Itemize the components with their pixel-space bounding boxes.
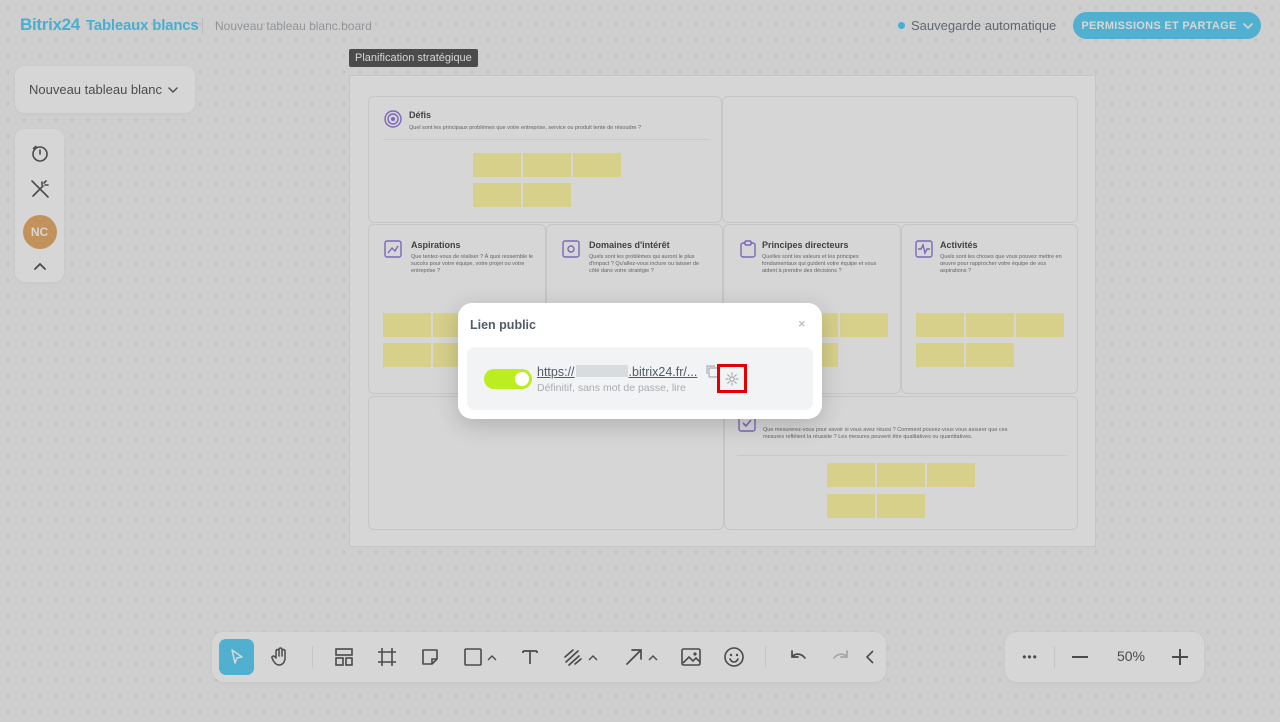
url-prefix: https:// bbox=[537, 365, 575, 379]
public-link-dialog: Lien public × https:// .bitrix24.fr/... D… bbox=[458, 303, 822, 419]
close-icon[interactable]: × bbox=[798, 316, 806, 331]
url-redacted bbox=[575, 365, 628, 377]
public-link-row: https:// .bitrix24.fr/... Définitif, sans… bbox=[467, 347, 813, 410]
dialog-title: Lien public bbox=[470, 318, 536, 332]
link-settings-button[interactable] bbox=[717, 364, 747, 393]
public-link-toggle[interactable] bbox=[484, 369, 532, 389]
public-link-url[interactable]: https:// .bitrix24.fr/... bbox=[537, 365, 697, 379]
gear-icon bbox=[725, 371, 739, 386]
public-link-settings-summary: Définitif, sans mot de passe, lire bbox=[537, 382, 686, 394]
toggle-knob bbox=[515, 372, 529, 386]
url-suffix: .bitrix24.fr/... bbox=[628, 365, 698, 379]
